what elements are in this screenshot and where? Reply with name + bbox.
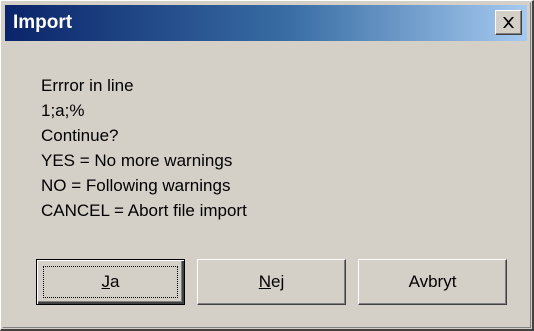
close-x-icon: [503, 17, 514, 28]
close-button[interactable]: [495, 10, 522, 35]
cancel-button-label: Avbryt: [408, 272, 457, 291]
message-line: YES = No more warnings: [41, 151, 233, 170]
no-button[interactable]: Nej: [197, 259, 346, 305]
message-line: Continue?: [41, 126, 119, 145]
no-label-rest: ej: [271, 272, 285, 291]
yes-button-label: Ja: [102, 272, 120, 292]
yes-button[interactable]: Ja: [36, 259, 185, 305]
import-dialog: Import Errror in line 1;a;% Continue? YE…: [0, 0, 534, 331]
message-line: Errror in line: [41, 76, 134, 95]
yes-label-rest: a: [110, 272, 120, 291]
message-text: Errror in line 1;a;% Continue? YES = No …: [41, 73, 247, 223]
no-mnemonic: N: [258, 272, 272, 291]
yes-mnemonic: J: [101, 272, 111, 291]
no-button-label: Nej: [259, 272, 285, 292]
message-line: NO = Following warnings: [41, 176, 231, 195]
cancel-button[interactable]: Avbryt: [358, 259, 507, 305]
window-title: Import: [13, 12, 73, 33]
title-bar[interactable]: Import: [5, 5, 527, 41]
message-line: CANCEL = Abort file import: [41, 201, 247, 220]
message-line: 1;a;%: [41, 101, 85, 120]
